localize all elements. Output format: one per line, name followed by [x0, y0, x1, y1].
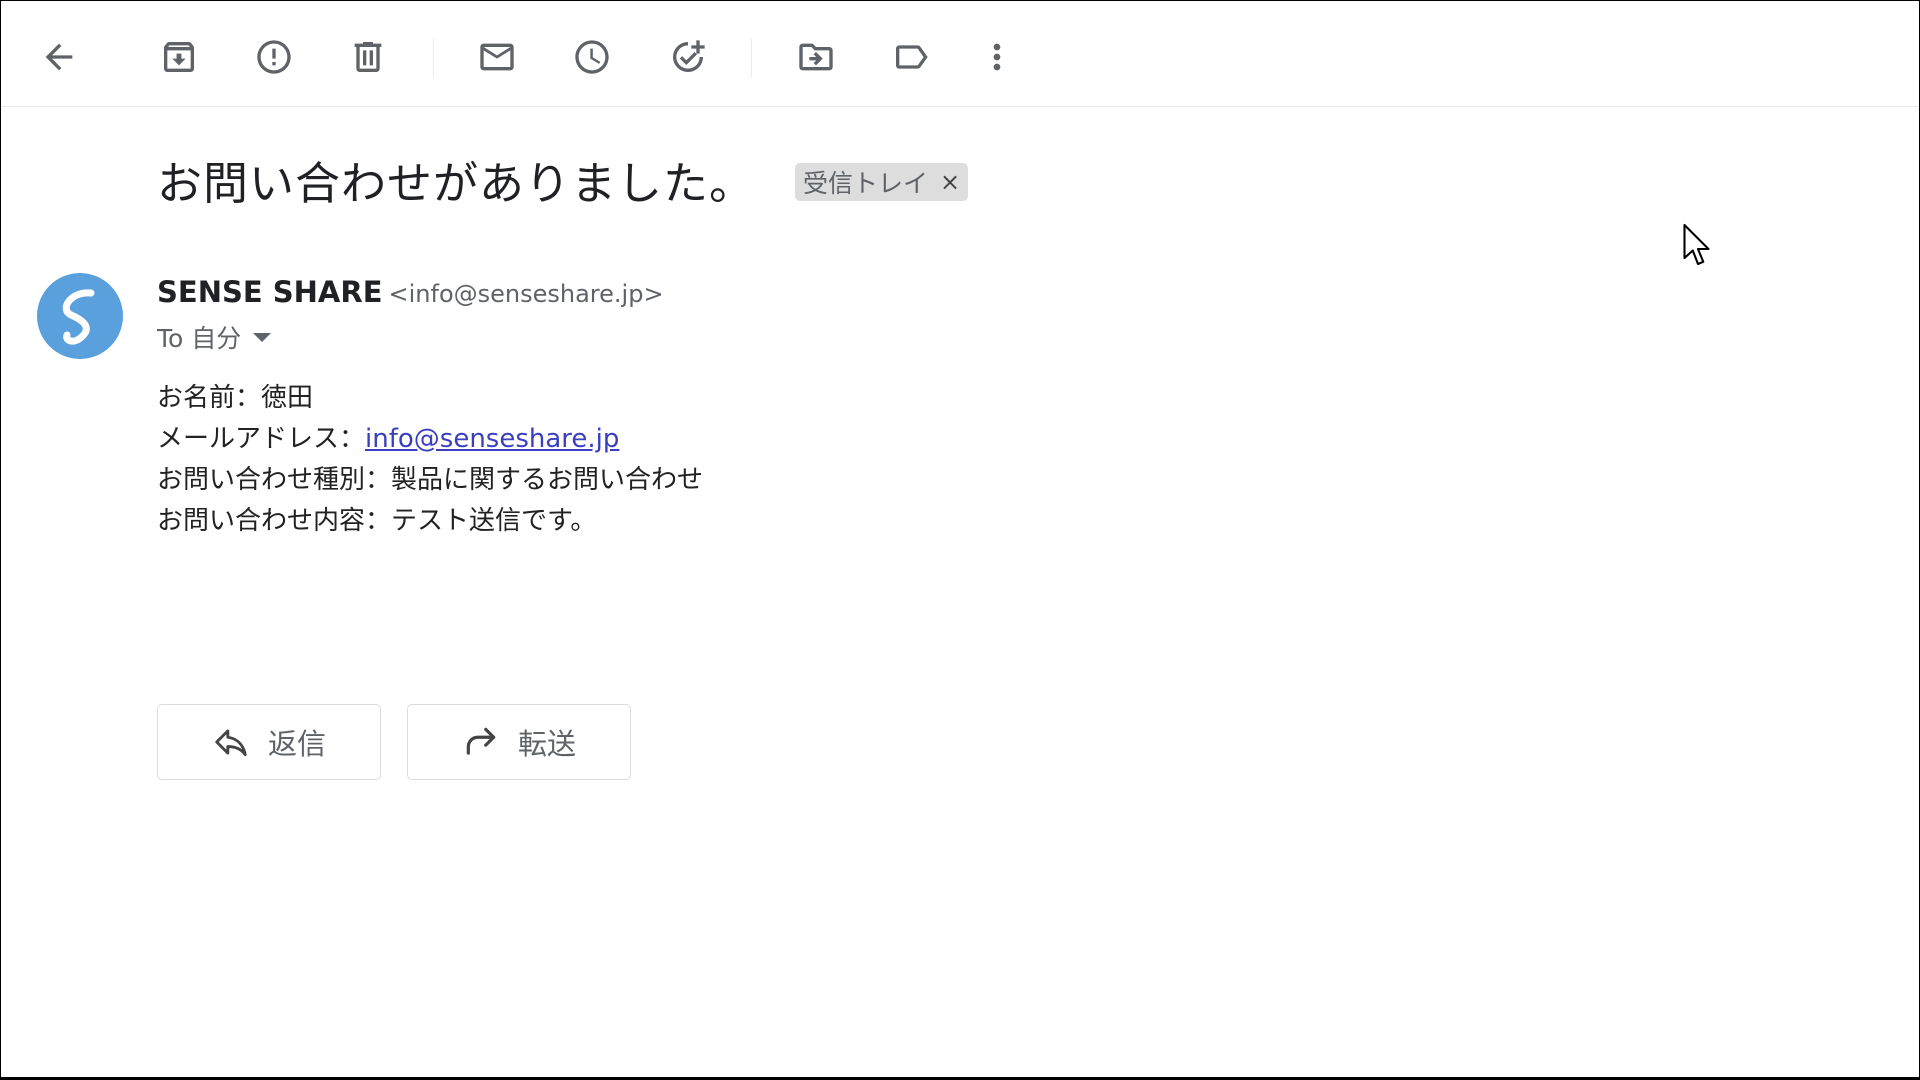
- delete-button[interactable]: [337, 26, 399, 88]
- body-email-line: メールアドレス：info@senseshare.jp: [157, 419, 703, 460]
- label-chip-text: 受信トレイ: [803, 169, 929, 198]
- body-name-line: お名前：徳田: [157, 383, 314, 413]
- recipient-text: To 自分: [157, 324, 242, 353]
- body-email-link[interactable]: info@senseshare.jp: [365, 424, 619, 454]
- sender-line: SENSE SHARE <info@senseshare.jp>: [157, 275, 664, 309]
- labels-button[interactable]: [880, 26, 942, 88]
- email-subject: お問い合わせがありました。: [157, 157, 756, 210]
- remove-label-button[interactable]: ×: [940, 168, 960, 196]
- archive-icon: [164, 42, 194, 72]
- body-type-line: お問い合わせ種別：製品に関するお問い合わせ: [157, 465, 704, 495]
- email-body: お名前：徳田 メールアドレス：info@senseshare.jp お問い合わせ…: [157, 378, 703, 542]
- sender-name[interactable]: SENSE SHARE: [157, 275, 383, 309]
- sense-share-logo-icon: [62, 289, 95, 345]
- toolbar-divider: [751, 39, 752, 77]
- sender-avatar[interactable]: [37, 273, 123, 359]
- back-button[interactable]: [28, 26, 90, 88]
- forward-icon: [466, 727, 496, 755]
- label-icon: [896, 45, 928, 69]
- clock-icon: [575, 40, 609, 74]
- toolbar: [1, 1, 1919, 107]
- mail-icon: [480, 43, 514, 71]
- mark-unread-button[interactable]: [466, 26, 528, 88]
- add-to-tasks-button[interactable]: [657, 26, 719, 88]
- sender-email: <info@senseshare.jp>: [388, 280, 664, 308]
- reply-icon: [215, 729, 247, 757]
- label-chip-inbox: 受信トレイ ×: [795, 163, 969, 201]
- more-vert-icon: [993, 43, 1001, 71]
- arrow-left-icon: [45, 43, 73, 71]
- toolbar-divider: [433, 39, 434, 77]
- report-spam-button[interactable]: [243, 26, 305, 88]
- recipient-line: To 自分: [157, 319, 272, 355]
- forward-label: 転送: [517, 727, 576, 761]
- reply-button[interactable]: 返信: [157, 704, 381, 780]
- report-spam-icon: [257, 40, 291, 74]
- more-button[interactable]: [966, 26, 1028, 88]
- add-task-icon: [673, 40, 705, 72]
- mouse-pointer-icon: [1683, 223, 1710, 266]
- snooze-button[interactable]: [561, 26, 623, 88]
- move-folder-icon: [799, 43, 833, 71]
- move-to-button[interactable]: [785, 26, 847, 88]
- trash-icon: [354, 42, 382, 72]
- body-email-prefix: メールアドレス：: [157, 424, 366, 454]
- body-content-line: お問い合わせ内容：テスト送信です。: [157, 506, 597, 536]
- forward-button[interactable]: 転送: [407, 704, 631, 780]
- show-details-caret-icon[interactable]: [253, 332, 272, 342]
- email-view: お問い合わせがありました。 受信トレイ × SENSE SHARE <info@s…: [1, 1, 1919, 1077]
- archive-button[interactable]: [148, 26, 210, 88]
- reply-label: 返信: [267, 727, 326, 761]
